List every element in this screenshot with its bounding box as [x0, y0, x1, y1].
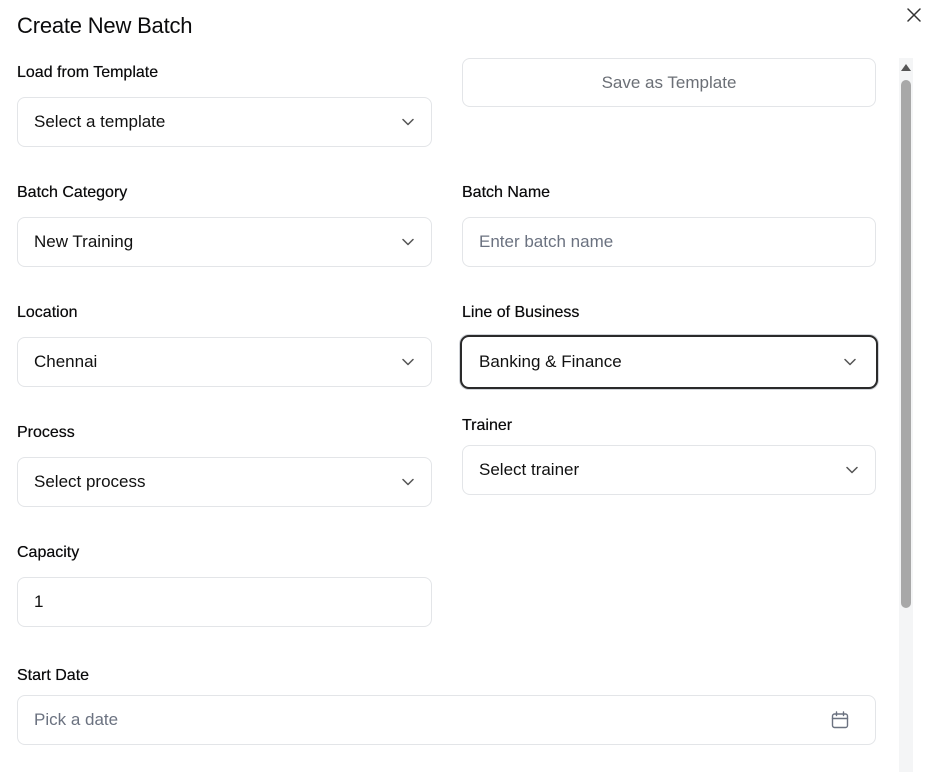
capacity-label: Capacity — [17, 544, 80, 561]
start-date-placeholder: Pick a date — [34, 710, 119, 729]
trainer-select[interactable]: Select trainer — [462, 445, 876, 495]
batch-name-label: Batch Name — [462, 184, 551, 201]
chevron-down-icon — [401, 115, 415, 129]
chevron-down-icon — [401, 355, 415, 369]
chevron-down-icon — [845, 463, 859, 477]
start-date-picker[interactable]: Pick a date — [17, 695, 876, 745]
chevron-down-icon — [843, 355, 857, 369]
line-of-business-value: Banking & Finance — [479, 352, 622, 371]
dialog-title: Create New Batch — [17, 13, 193, 38]
template-label: Load from Template — [17, 64, 159, 81]
line-of-business-select[interactable]: Banking & Finance — [460, 335, 878, 389]
trainer-value: Select trainer — [479, 460, 580, 479]
batch-category-select[interactable]: New Training — [17, 217, 432, 267]
batch-name-placeholder: Enter batch name — [479, 232, 614, 251]
chevron-down-icon — [401, 235, 415, 249]
location-label: Location — [17, 304, 78, 321]
close-icon — [907, 8, 921, 22]
batch-name-input[interactable]: Enter batch name — [462, 217, 876, 267]
line-of-business-label: Line of Business — [462, 304, 580, 321]
capacity-value: 1 — [34, 592, 44, 611]
trainer-label: Trainer — [462, 417, 513, 434]
capacity-input[interactable]: 1 — [17, 577, 432, 627]
template-select[interactable]: Select a template — [17, 97, 432, 147]
close-button[interactable] — [905, 6, 923, 24]
batch-category-value: New Training — [34, 232, 134, 251]
batch-category-label: Batch Category — [17, 184, 128, 201]
chevron-down-icon — [401, 475, 415, 489]
location-select[interactable]: Chennai — [17, 337, 432, 387]
scrollbar-thumb[interactable] — [901, 80, 911, 608]
process-select[interactable]: Select process — [17, 457, 432, 507]
template-select-value: Select a template — [34, 112, 166, 131]
save-as-template-button[interactable]: Save as Template — [462, 58, 876, 107]
calendar-icon[interactable] — [831, 711, 849, 729]
location-value: Chennai — [34, 352, 98, 371]
start-date-label: Start Date — [17, 667, 90, 684]
process-label: Process — [17, 424, 75, 441]
scroll-up-arrow-icon[interactable] — [900, 62, 912, 72]
process-value: Select process — [34, 472, 146, 491]
